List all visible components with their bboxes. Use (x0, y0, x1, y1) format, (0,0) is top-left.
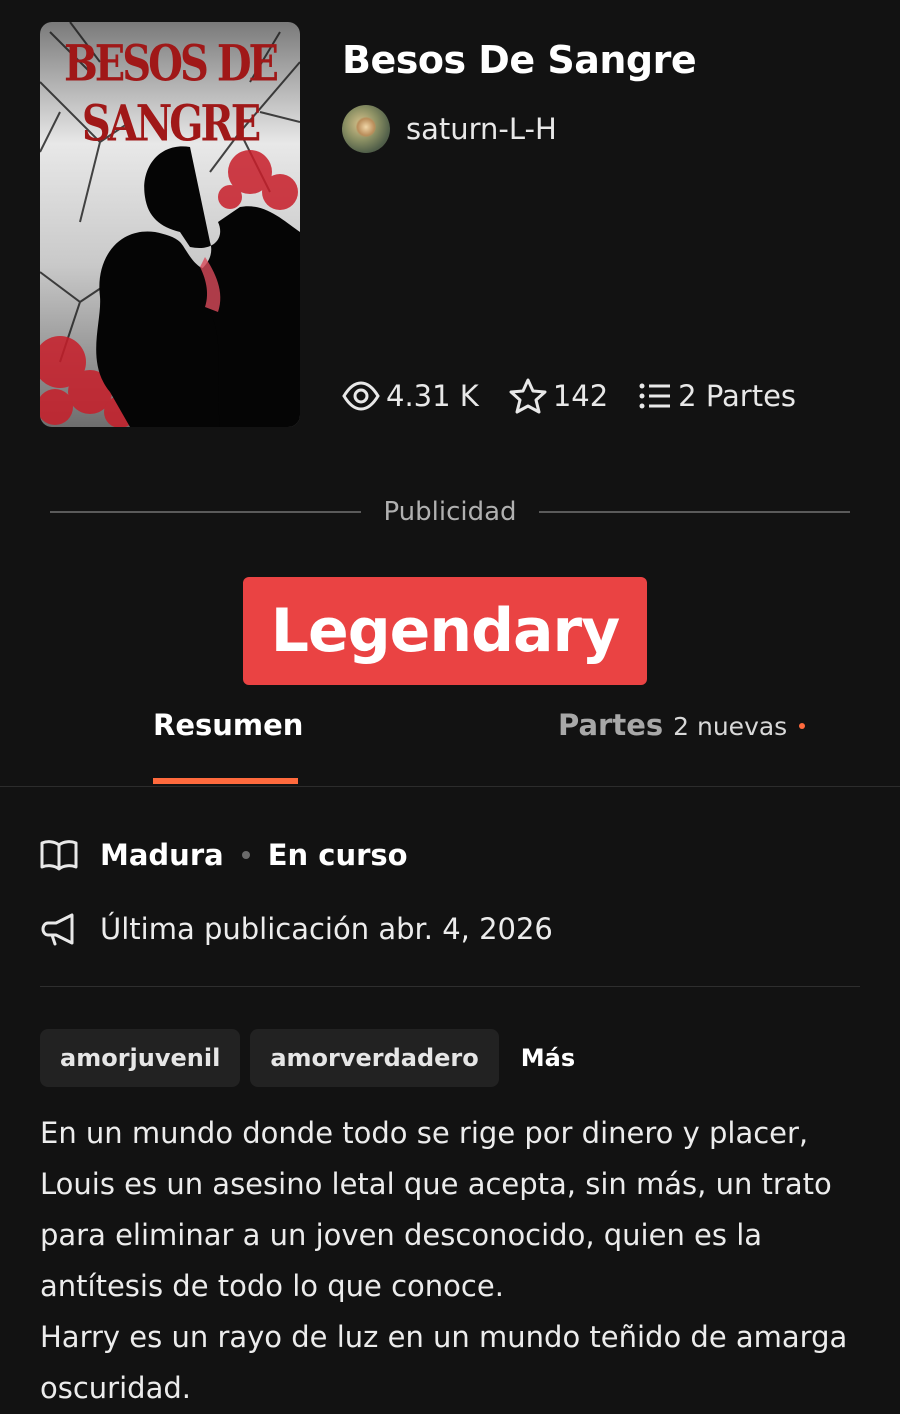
megaphone-icon (40, 912, 78, 946)
rating-label: Madura (100, 838, 224, 872)
author-name[interactable]: saturn-L-H (406, 112, 557, 146)
divider (538, 511, 850, 513)
tab-parts[interactable]: Partes 2 nuevas (558, 708, 806, 742)
votes-count: 142 (552, 379, 609, 413)
tag-list: amorjuvenil amorverdadero Más (40, 1029, 587, 1087)
list-icon (638, 381, 672, 411)
ad-label: Publicidad (383, 497, 517, 527)
ad-label-row: Publicidad (50, 492, 850, 532)
tab-parts-label: Partes (558, 708, 664, 742)
new-indicator-dot (799, 723, 806, 729)
description-line: Harry es un rayo de luz en un mundo teñi… (40, 1320, 848, 1354)
story-description: En un mundo donde todo se rige por diner… (40, 1108, 870, 1414)
active-tab-indicator (153, 778, 298, 784)
divider (50, 511, 362, 513)
tab-bar: Resumen Partes 2 nuevas (0, 690, 900, 787)
more-tags-button[interactable]: Más (509, 1044, 587, 1072)
author-avatar[interactable] (342, 105, 390, 153)
description-line: para eliminar a un joven desconocido, qu… (40, 1218, 763, 1252)
tag-chip[interactable]: amorjuvenil (40, 1029, 241, 1087)
author-link[interactable]: saturn-L-H (342, 104, 557, 154)
votes-stat: 142 (509, 378, 608, 414)
tag-chip[interactable]: amorverdadero (250, 1029, 499, 1087)
book-cover[interactable]: BESOS DE SANGRE (40, 22, 300, 427)
eye-icon (342, 381, 380, 411)
cover-title-line2: SANGRE (81, 94, 261, 153)
description-line: oscuridad. (40, 1371, 191, 1405)
last-update-text: Última publicación abr. 4, 2026 (100, 912, 553, 946)
description-line: antítesis de todo lo que conoce. (40, 1269, 504, 1303)
story-title: Besos De Sangre (342, 38, 697, 82)
new-parts-badge: 2 nuevas (673, 712, 788, 741)
last-update-row: Última publicación abr. 4, 2026 (40, 912, 553, 946)
reads-count: 4.31 K (386, 379, 479, 413)
cover-title-line1: BESOS DE (63, 34, 279, 93)
story-stats: 4.31 K 142 2 Partes (342, 372, 826, 420)
description-line: En un mundo donde todo se rige por diner… (40, 1116, 809, 1150)
ad-banner-text: Legendary (270, 596, 620, 666)
story-rating-row: Madura En curso (40, 838, 408, 872)
parts-count: 2 Partes (678, 379, 797, 413)
star-icon (509, 378, 547, 414)
ad-banner[interactable]: Legendary (243, 577, 647, 685)
reads-stat: 4.31 K (342, 379, 479, 413)
book-icon (40, 839, 78, 871)
description-line: Louis es un asesino letal que acepta, si… (40, 1167, 832, 1201)
section-divider (40, 986, 860, 987)
status-label: En curso (267, 838, 408, 872)
parts-stat: 2 Partes (638, 379, 796, 413)
tab-summary[interactable]: Resumen (153, 708, 303, 742)
separator-dot (241, 851, 250, 859)
